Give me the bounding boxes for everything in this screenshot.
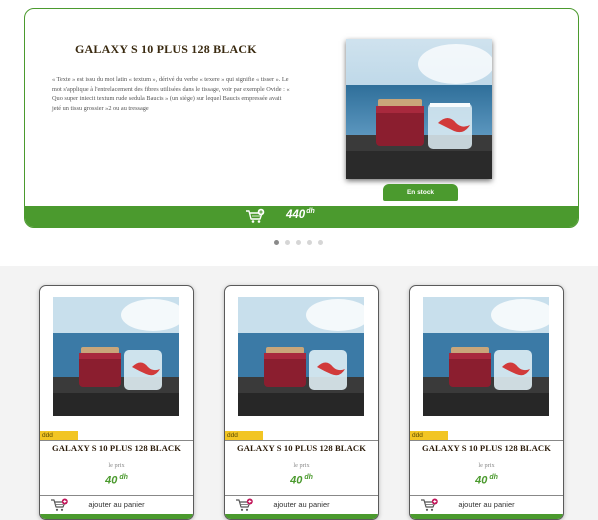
- card-accent-bar: [225, 514, 378, 519]
- slider-dot-1[interactable]: [274, 240, 279, 245]
- price-label: le prix: [293, 462, 310, 469]
- product-price-currency: dh: [119, 474, 128, 481]
- product-image[interactable]: [238, 297, 364, 416]
- product-card[interactable]: ddd GALAXY S 10 PLUS 128 BLACK le prix 4…: [224, 285, 379, 520]
- slider-dot-5[interactable]: [318, 240, 323, 245]
- card-accent-bar: [410, 514, 563, 519]
- price-label: le prix: [478, 462, 495, 469]
- product-price-value: 40: [105, 474, 118, 487]
- slider-dot-3[interactable]: [296, 240, 301, 245]
- divider: [40, 440, 193, 441]
- featured-price-bar: 440dh: [25, 206, 578, 227]
- product-name[interactable]: GALAXY S 10 PLUS 128 BLACK: [225, 443, 378, 453]
- slider-dot-4[interactable]: [307, 240, 312, 245]
- divider: [225, 495, 378, 496]
- featured-product-description: « Texte » est issu du mot latin « textum…: [52, 76, 290, 112]
- divider: [225, 440, 378, 441]
- add-to-cart-button[interactable]: ajouter au panier: [225, 500, 378, 509]
- product-price-value: 40: [475, 474, 488, 487]
- cart-plus-icon[interactable]: [245, 208, 265, 224]
- card-accent-bar: [40, 514, 193, 519]
- price-label: le prix: [108, 462, 125, 469]
- product-card[interactable]: ddd GALAXY S 10 PLUS 128 BLACK le prix 4…: [409, 285, 564, 520]
- slider-pagination: [274, 240, 323, 245]
- product-image[interactable]: [423, 297, 549, 416]
- divider: [40, 495, 193, 496]
- product-image[interactable]: [53, 297, 179, 416]
- product-price: 40 dh: [40, 474, 193, 487]
- product-price-value: 40: [290, 474, 303, 487]
- add-to-cart-button[interactable]: ajouter au panier: [40, 500, 193, 509]
- product-price: 40 dh: [410, 474, 563, 487]
- product-price: 40 dh: [225, 474, 378, 487]
- featured-price-currency: dh: [306, 208, 315, 215]
- product-price-currency: dh: [304, 474, 313, 481]
- slider-dot-2[interactable]: [285, 240, 290, 245]
- divider: [410, 440, 563, 441]
- featured-product-title[interactable]: GALAXY S 10 PLUS 128 BLACK: [75, 42, 295, 57]
- add-to-cart-button[interactable]: ajouter au panier: [410, 500, 563, 509]
- product-name[interactable]: GALAXY S 10 PLUS 128 BLACK: [40, 443, 193, 453]
- product-price-currency: dh: [489, 474, 498, 481]
- divider: [410, 495, 563, 496]
- featured-product-slide: GALAXY S 10 PLUS 128 BLACK « Texte » est…: [24, 8, 579, 228]
- featured-price-value: 440: [286, 208, 306, 221]
- product-name[interactable]: GALAXY S 10 PLUS 128 BLACK: [410, 443, 563, 453]
- in-stock-button[interactable]: En stock: [383, 184, 458, 201]
- featured-product-image[interactable]: [346, 39, 492, 179]
- featured-price: 440dh: [286, 208, 315, 221]
- product-card[interactable]: ddd GALAXY S 10 PLUS 128 BLACK le prix 4…: [39, 285, 194, 520]
